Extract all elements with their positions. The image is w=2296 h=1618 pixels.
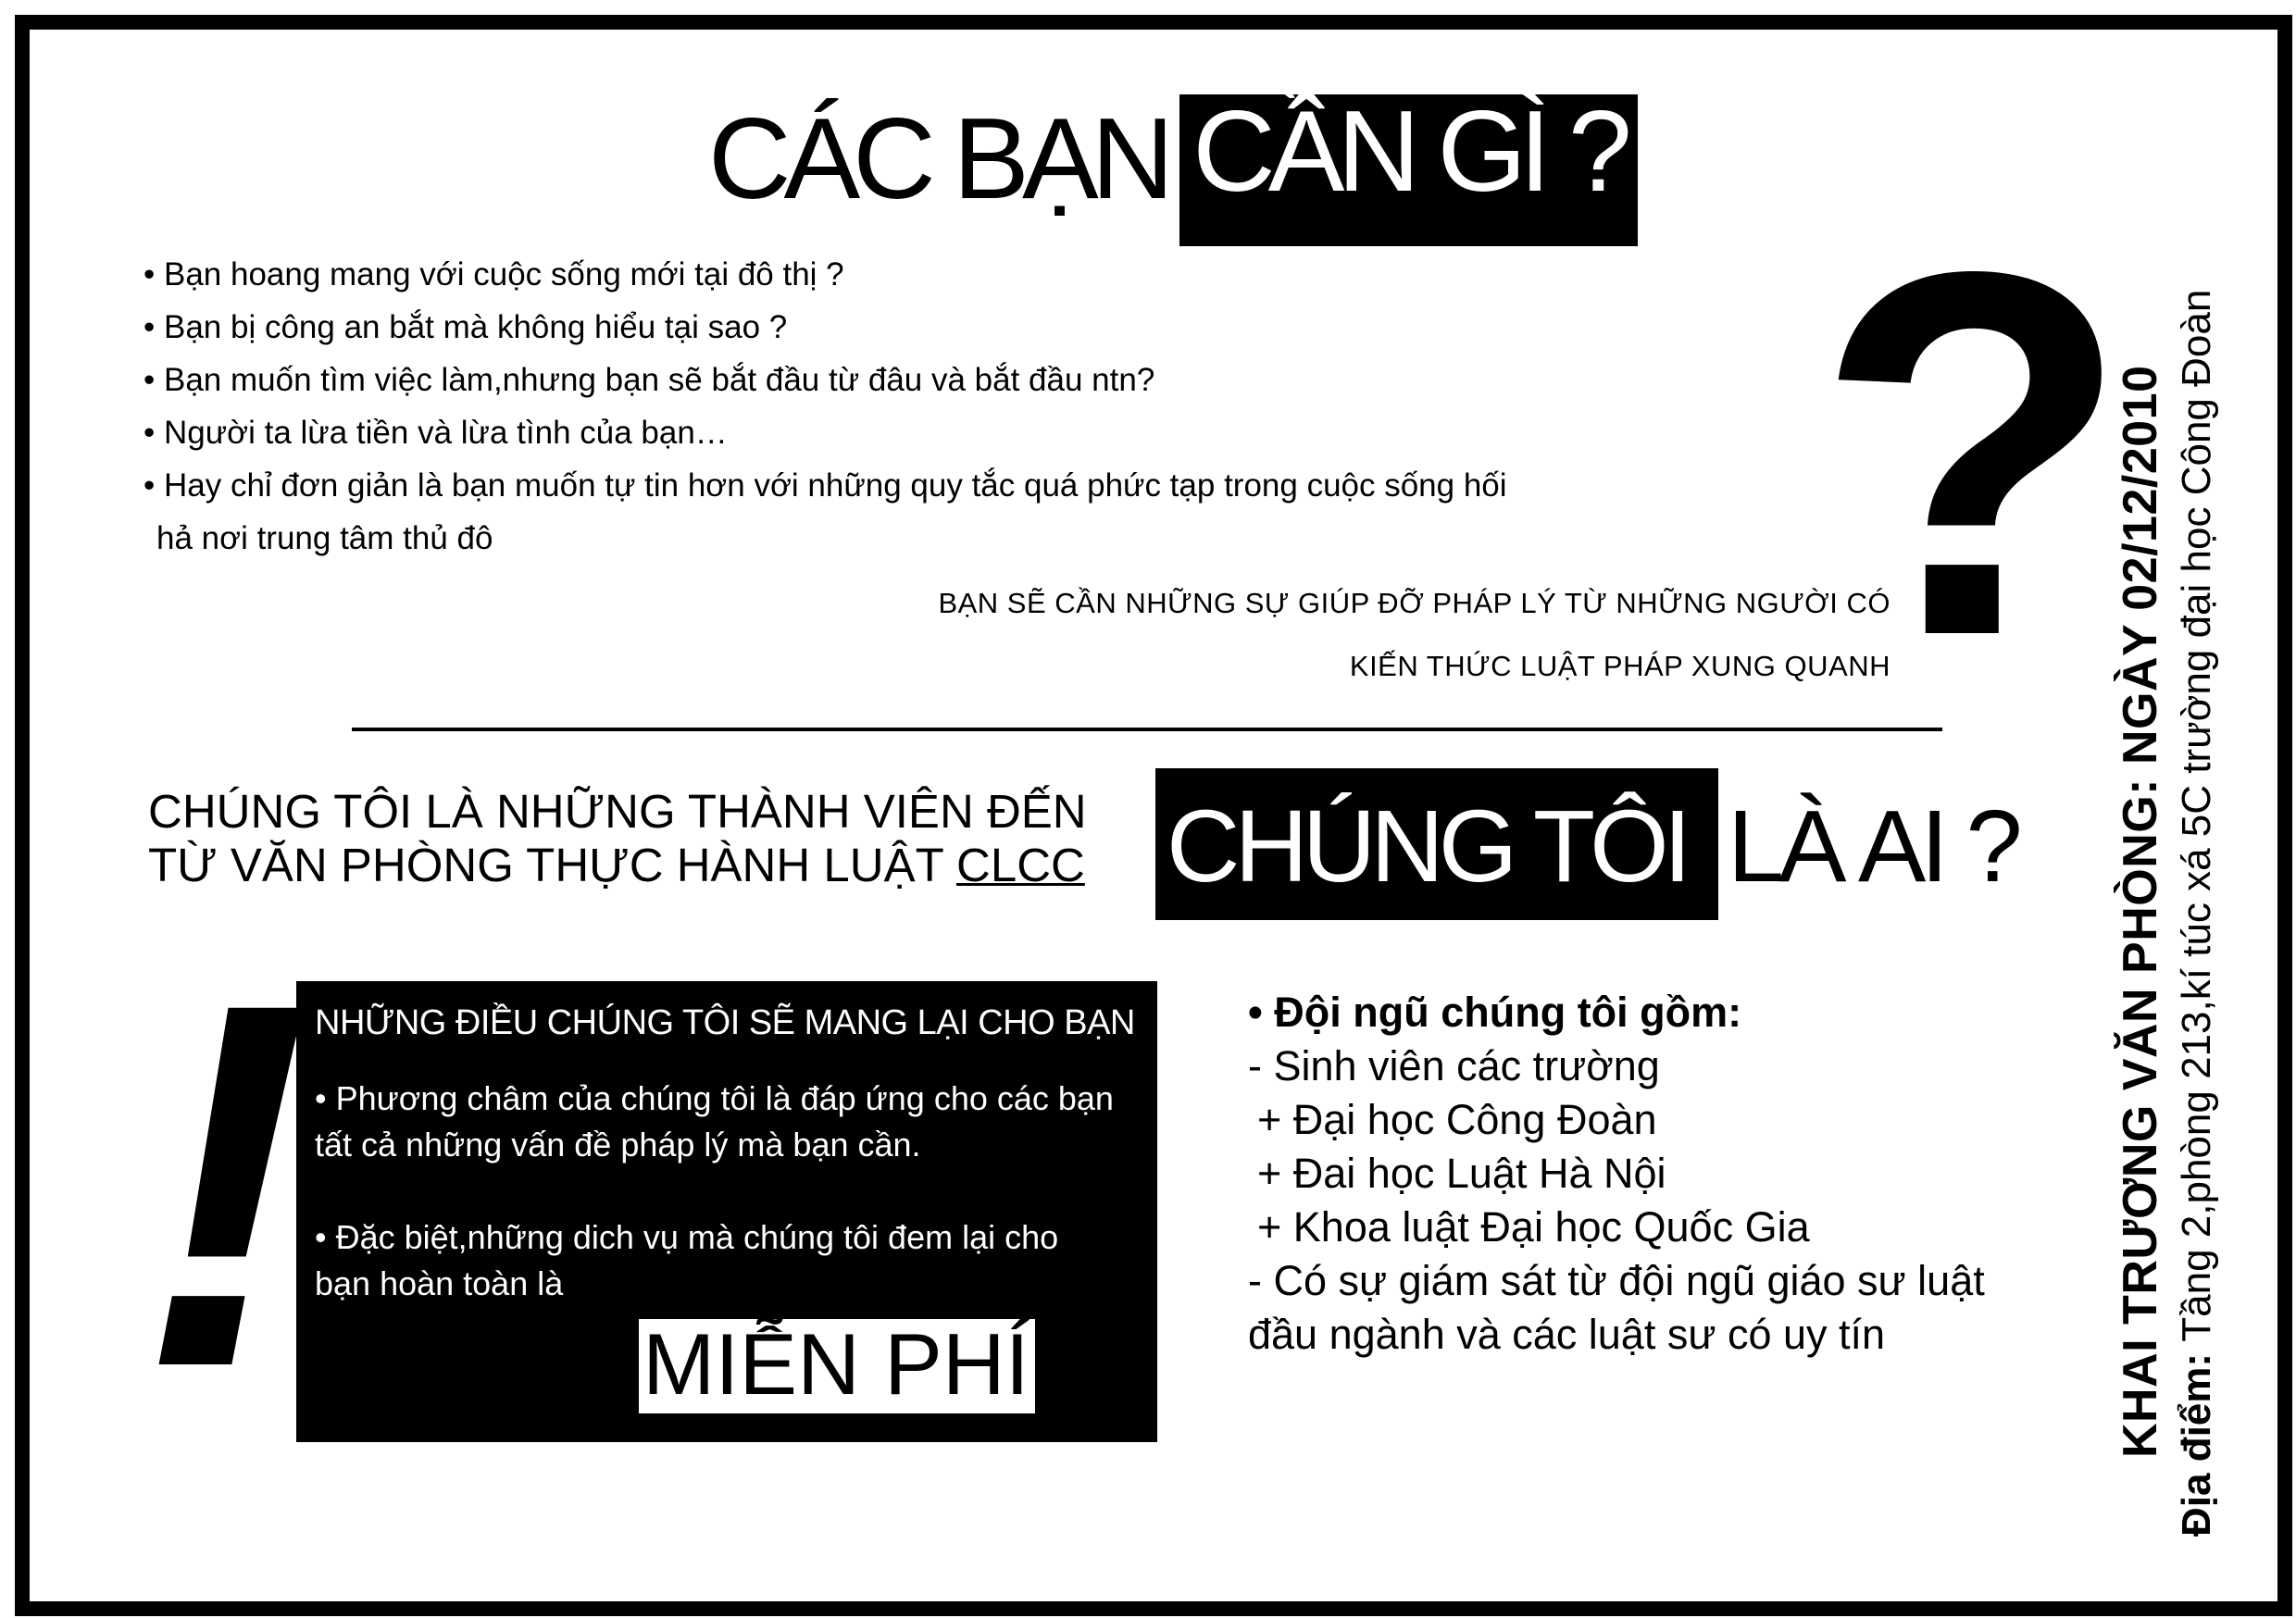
- list-item: - Sinh viên các trường: [1248, 1042, 1660, 1089]
- list-item: - Có sự giám sát từ đội ngũ giáo sư luật: [1248, 1257, 1985, 1304]
- list-item: đầu ngành và các luật sư có uy tín: [1248, 1311, 1886, 1358]
- list-item: • Bạn muốn tìm việc làm,nhưng bạn sẽ bắt…: [144, 362, 1155, 398]
- offer-box: NHỮNG ĐIỀU CHÚNG TÔI SẼ MANG LẠI CHO BẠN…: [296, 981, 1157, 1442]
- offer-p2-line1: • Đặc biệt,những dich vụ mà chúng tôi đe…: [315, 1218, 1059, 1256]
- team-list: • Đội ngũ chúng tôi gồm: - Sinh viên các…: [1248, 986, 1985, 1362]
- list-item: • Bạn hoang mang với cuộc sống mới tại đ…: [144, 256, 844, 292]
- list-item: + Đại học Công Đoàn: [1257, 1096, 1657, 1143]
- offer-title: NHỮNG ĐIỀU CHÚNG TÔI SẼ MANG LẠI CHO BẠN: [315, 1003, 1135, 1042]
- who-text: CHÚNG TÔI LÀ NHỮNG THÀNH VIÊN ĐẾN TỪ VĂN…: [148, 785, 1087, 892]
- list-item: • Người ta lừa tiền và lừa tình của bạn…: [144, 415, 728, 451]
- free-badge: MIỄN PHÍ: [639, 1319, 1035, 1413]
- who-heading-highlight: CHÚNG TÔI: [1155, 768, 1718, 920]
- offer-p1-line1: • Phương châm của chúng tôi là đáp ứng c…: [315, 1079, 1114, 1117]
- list-item: hả nơi trung tâm thủ đô: [156, 520, 493, 556]
- list-item: + Đai học Luật Hà Nội: [1257, 1150, 1666, 1197]
- legal-help-note-line2: KIẾN THỨC LUẬT PHÁP XUNG QUANH: [1349, 650, 1890, 682]
- who-line1: CHÚNG TÔI LÀ NHỮNG THÀNH VIÊN ĐẾN: [148, 785, 1087, 838]
- legal-help-note-line1: BẠN SẼ CẦN NHỮNG SỰ GIÚP ĐỠ PHÁP LÝ TỪ N…: [938, 587, 1890, 619]
- offer-p1-line2: tất cả những vấn đề pháp lý mà bạn cần.: [315, 1126, 921, 1164]
- team-heading: • Đội ngũ chúng tôi gồm:: [1248, 989, 1742, 1036]
- question-mark-icon: ?: [1815, 164, 2132, 743]
- divider: [352, 728, 1942, 731]
- location-value: Tầng 2,phòng 213,kí túc xá 5C trường đại…: [2174, 289, 2219, 1342]
- main-title: CÁC BẠN CẦN GÌ ?: [708, 94, 1638, 254]
- title-part1: CÁC BẠN: [708, 95, 1174, 223]
- opening-date: KHAI TRƯƠNG VĂN PHÒNG: NGÀY 02/12/2010: [2114, 365, 2167, 1459]
- exclamation-icon: !: [139, 895, 312, 1475]
- title-part2-highlight: CẦN GÌ ?: [1179, 94, 1638, 246]
- who-line2: TỪ VĂN PHÒNG THỰC HÀNH LUẬT CLCC: [148, 839, 1085, 891]
- clcc-name: CLCC: [956, 839, 1085, 891]
- location: Địa điểm: Tầng 2,phòng 213,kí túc xá 5C …: [2174, 290, 2220, 1537]
- location-label: Địa điểm:: [2174, 1341, 2219, 1537]
- list-item: + Khoa luật Đại học Quốc Gia: [1257, 1203, 1810, 1251]
- list-item: • Hay chỉ đơn giản là bạn muốn tự tin hơ…: [144, 467, 1507, 504]
- list-item: • Bạn bị công an bắt mà không hiểu tại s…: [144, 309, 788, 345]
- questions-list: • Bạn hoang mang với cuộc sống mới tại đ…: [144, 248, 1507, 565]
- who-heading-rest: LÀ AI ?: [1728, 790, 2023, 903]
- offer-p2-line2: bạn hoàn toàn là: [315, 1264, 564, 1302]
